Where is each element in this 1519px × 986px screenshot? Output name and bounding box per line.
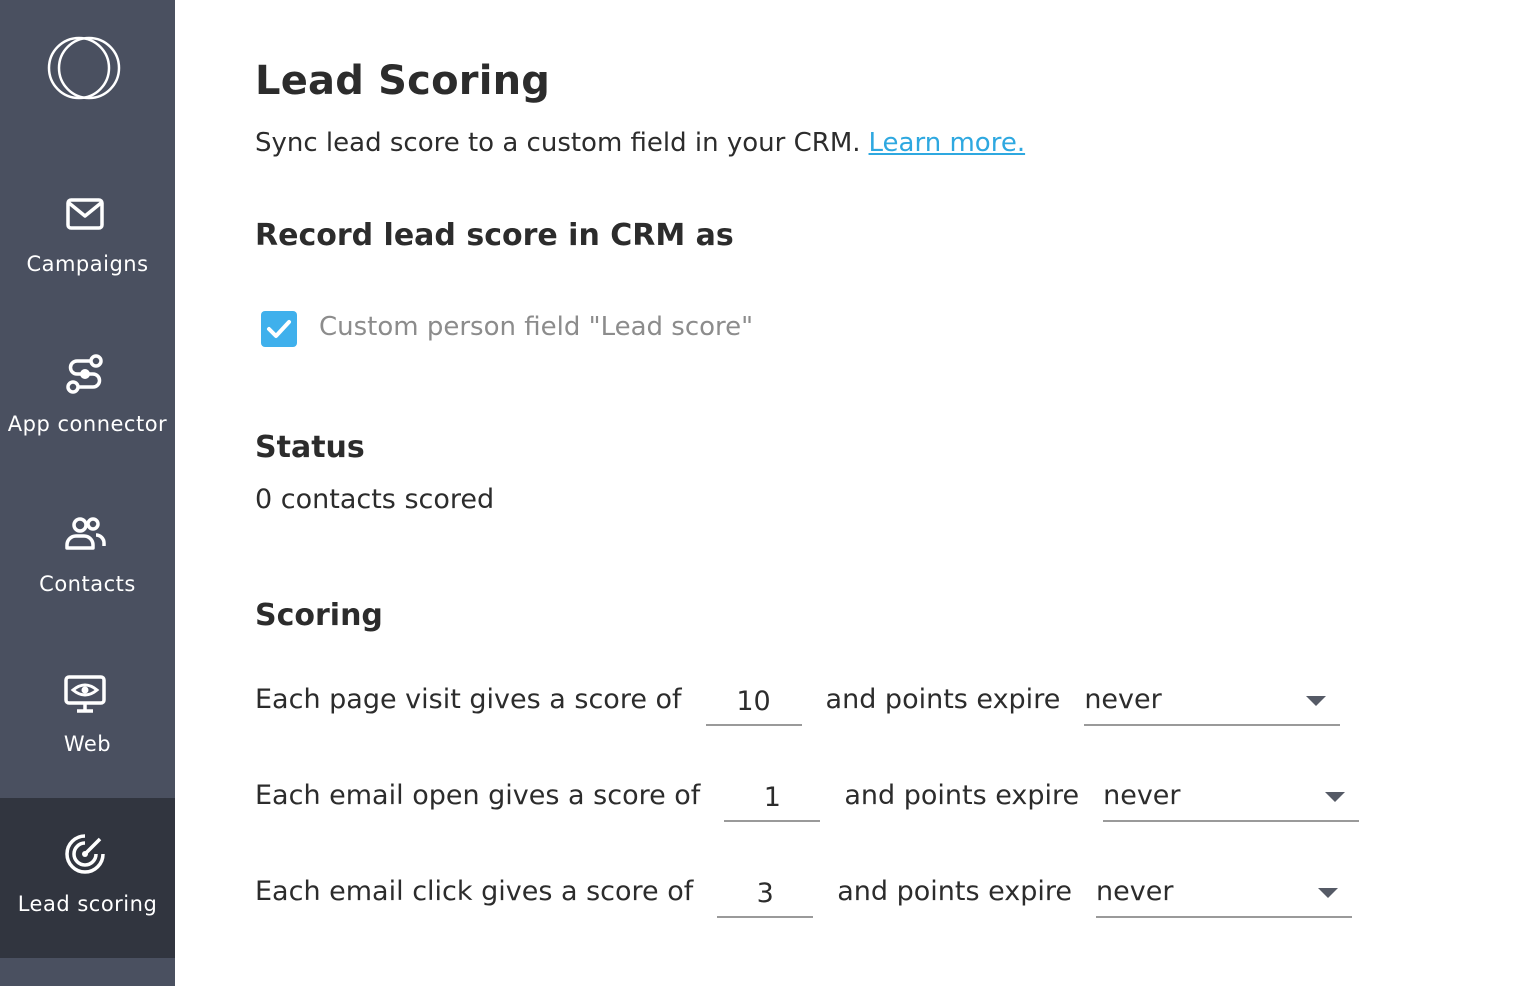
nav-label-app-connector: App connector	[7, 412, 168, 436]
caret-down-icon	[1318, 888, 1339, 898]
caret-down-icon	[1306, 696, 1327, 706]
email-click-expire-select[interactable]: never	[1096, 870, 1353, 918]
nav-lead-scoring[interactable]: Lead scoring	[0, 798, 175, 958]
expire-label: and points expire	[837, 876, 1073, 907]
nav-label-web: Web	[63, 732, 112, 756]
select-value: never	[1084, 684, 1162, 715]
nav-campaigns[interactable]: Campaigns	[0, 160, 175, 320]
page-visit-expire-select[interactable]: never	[1084, 678, 1341, 726]
connector-icon	[66, 354, 103, 394]
users-icon	[65, 517, 106, 550]
sidebar: Campaigns App connector Contacts Web Lea…	[0, 0, 175, 986]
monitor-eye-icon	[64, 675, 106, 713]
page-title: Lead Scoring	[255, 58, 551, 104]
nav-label-contacts: Contacts	[39, 572, 136, 596]
select-value: never	[1103, 780, 1181, 811]
nav-contacts[interactable]: Contacts	[0, 480, 175, 640]
nav-label-campaigns: Campaigns	[26, 252, 149, 276]
caret-down-icon	[1325, 792, 1346, 802]
checkbox-label: Custom person field "Lead score"	[319, 312, 754, 342]
envelope-icon	[66, 198, 104, 230]
scoring-heading: Scoring	[255, 598, 383, 633]
page-visit-score-input[interactable]	[705, 678, 802, 726]
learn-more-link[interactable]: Learn more.	[869, 128, 1026, 158]
email-click-score-input[interactable]	[717, 870, 814, 918]
nav-label-lead-scoring: Lead scoring	[17, 892, 158, 916]
row-label: Each page visit gives a score of	[255, 684, 682, 715]
target-icon	[65, 834, 105, 874]
status-text: 0 contacts scored	[255, 484, 495, 515]
page-subtitle: Sync lead score to a custom field in you…	[255, 128, 1025, 158]
row-label: Each email click gives a score of	[255, 876, 694, 907]
scoring-row-email-open: Each email open gives a score of and poi…	[255, 774, 1360, 840]
status-heading: Status	[255, 430, 365, 465]
checkmark-icon	[267, 320, 291, 338]
nav-app-connector[interactable]: App connector	[0, 320, 175, 480]
logo-icon[interactable]	[45, 34, 125, 102]
lead-score-checkbox[interactable]	[261, 311, 297, 347]
row-label: Each email open gives a score of	[255, 780, 701, 811]
record-heading: Record lead score in CRM as	[255, 218, 734, 253]
expire-label: and points expire	[844, 780, 1080, 811]
nav-web[interactable]: Web	[0, 640, 175, 800]
expire-label: and points expire	[825, 684, 1061, 715]
scoring-row-email-click: Each email click gives a score of and po…	[255, 870, 1353, 936]
subtitle-text: Sync lead score to a custom field in you…	[255, 128, 861, 158]
scoring-row-page-visit: Each page visit gives a score of and poi…	[255, 678, 1341, 744]
select-value: never	[1096, 876, 1174, 907]
email-open-score-input[interactable]	[724, 774, 821, 822]
email-open-expire-select[interactable]: never	[1103, 774, 1360, 822]
